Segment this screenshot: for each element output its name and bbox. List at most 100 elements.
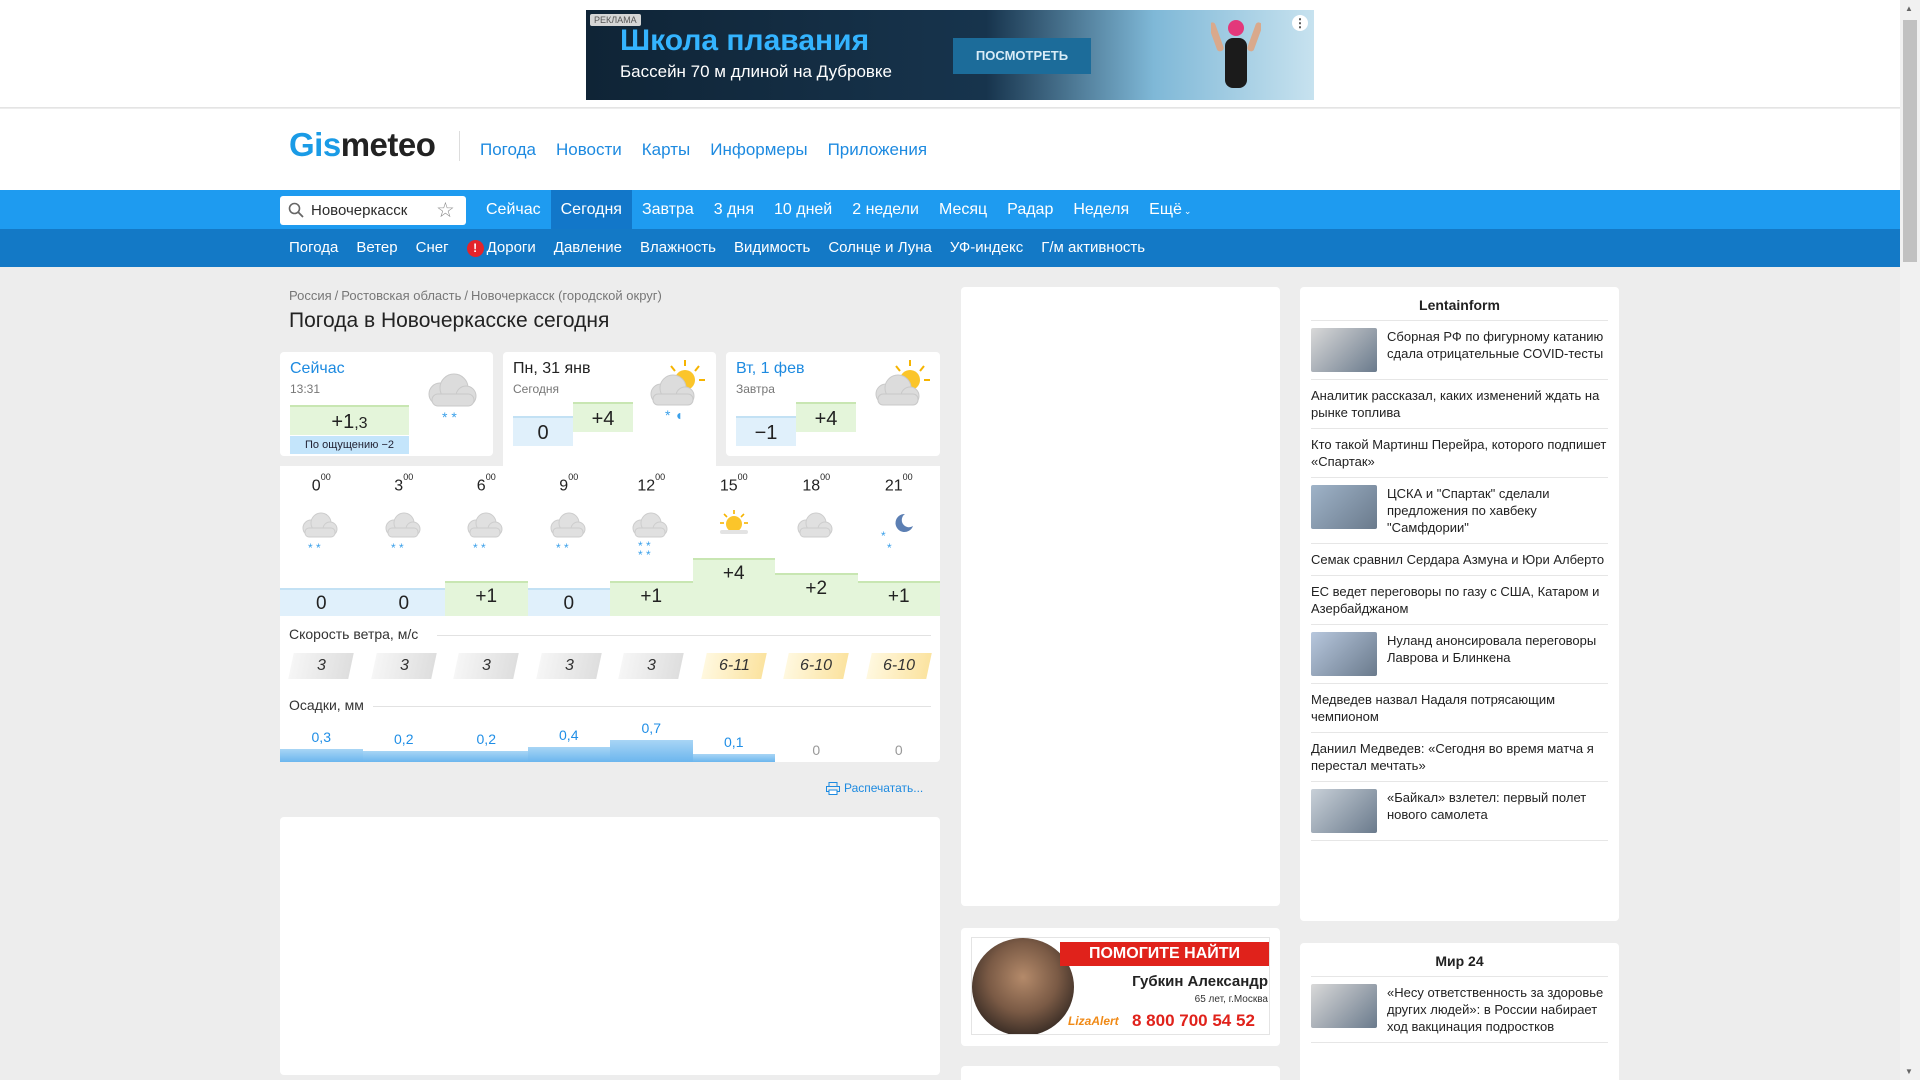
topnav-weather[interactable]: Погода bbox=[480, 140, 536, 160]
cloud-snow-icon: * * bbox=[385, 512, 420, 555]
topnav-apps[interactable]: Приложения bbox=[828, 140, 927, 160]
tomorrow-title: Вт, 1 фев bbox=[736, 360, 805, 377]
precipitation-value: 0,3 bbox=[311, 729, 331, 746]
news-headline[interactable]: ЦСКА и "Спартак" сделали предложения по … bbox=[1387, 485, 1608, 536]
tab-weather[interactable]: Погода bbox=[280, 229, 347, 267]
news-item[interactable]: Даниил Медведев: «Сегодня во время матча… bbox=[1311, 733, 1608, 782]
news-item[interactable]: Медведев назвал Надаля потрясающим чемпи… bbox=[1311, 684, 1608, 733]
hour-label: 1200 bbox=[637, 472, 666, 495]
precipitation-value: 0,2 bbox=[394, 731, 414, 748]
divider bbox=[437, 635, 931, 636]
ad-menu-icon[interactable]: ⋮ bbox=[1292, 15, 1308, 31]
tab-2-weeks[interactable]: 2 недели bbox=[842, 190, 929, 229]
news-headline[interactable]: Медведев назвал Надаля потрясающим чемпи… bbox=[1311, 691, 1608, 725]
temperature-bar: 0 bbox=[527, 588, 610, 616]
tab-geomagnetic[interactable]: Г/м активность bbox=[1032, 229, 1154, 267]
favorite-star-icon[interactable]: ☆ bbox=[436, 198, 455, 223]
wind-speed: 6-10 bbox=[783, 653, 849, 679]
search-city[interactable]: Новочеркасск bbox=[311, 202, 407, 219]
news-headline[interactable]: ЕС ведет переговоры по газу с США, Катар… bbox=[1311, 583, 1608, 617]
news-item[interactable]: «Несу ответственность за здоровье других… bbox=[1311, 977, 1608, 1043]
missing-person-banner[interactable]: ПОМОГИТЕ НАЙТИ ЧЕЛОВЕКА Губкин Александр… bbox=[961, 928, 1280, 1046]
temperature-bar: +2 bbox=[775, 573, 858, 616]
parameter-tabs: Погода Ветер Снег ! Дороги Давление Влажн… bbox=[280, 229, 1154, 267]
wind-speed: 3 bbox=[370, 653, 437, 679]
ad-banner[interactable]: РЕКЛАМА Школа плавания Бассейн 70 м длин… bbox=[586, 10, 1314, 100]
wind-speed: 3 bbox=[288, 653, 354, 679]
tab-sun-moon[interactable]: Солнце и Луна bbox=[819, 229, 941, 267]
svg-text:* *: * * bbox=[556, 541, 569, 555]
logo-divider bbox=[459, 131, 460, 161]
breadcrumb: Россия / Ростовская область / Новочеркасск (… bbox=[289, 288, 662, 303]
news-headline[interactable]: «Байкал» взлетел: первый полет нового са… bbox=[1387, 789, 1608, 833]
missing-person-heading: ПОМОГИТЕ НАЙТИ ЧЕЛОВЕКА bbox=[1060, 942, 1269, 986]
precipitation-value: 0,7 bbox=[641, 720, 661, 736]
today-subtitle: Сегодня bbox=[513, 382, 559, 396]
now-temperature: +1,3 bbox=[290, 405, 409, 435]
news-item[interactable]: ЦСКА и "Спартак" сделали предложения по … bbox=[1311, 478, 1608, 544]
tab-visibility[interactable]: Видимость bbox=[725, 229, 819, 267]
news-headline[interactable]: Нуланд анонсировала переговоры Лаврова и… bbox=[1387, 632, 1608, 676]
divider bbox=[373, 706, 931, 707]
tab-radar[interactable]: Радар bbox=[997, 190, 1063, 229]
news-headline[interactable]: Кто такой Мартинш Перейра, которого подп… bbox=[1311, 436, 1608, 470]
search-icon bbox=[288, 202, 304, 218]
news-item[interactable]: Аналитик рассказал, каких изменений ждат… bbox=[1311, 380, 1608, 429]
tab-10-days[interactable]: 10 дней bbox=[764, 190, 842, 229]
tab-pressure[interactable]: Давление bbox=[545, 229, 631, 267]
tab-3-days[interactable]: 3 дня bbox=[704, 190, 764, 229]
tomorrow-card[interactable]: Вт, 1 фев Завтра −1 +4 bbox=[726, 352, 940, 456]
today-card[interactable]: Пн, 31 янв Сегодня 0 +4 * ◖ bbox=[503, 352, 716, 466]
hour-label: 300 bbox=[394, 472, 414, 495]
svg-text:* *: * * bbox=[473, 541, 486, 555]
breadcrumb-region[interactable]: Ростовская область bbox=[341, 288, 461, 303]
tab-roads[interactable]: ! Дороги bbox=[458, 229, 545, 267]
tab-month[interactable]: Месяц bbox=[929, 190, 997, 229]
tab-humidity[interactable]: Влажность bbox=[631, 229, 725, 267]
tab-today[interactable]: Сегодня bbox=[550, 190, 632, 229]
page-scrollbar[interactable]: ▲ ▼ bbox=[1900, 0, 1920, 1080]
topnav-maps[interactable]: Карты bbox=[642, 140, 690, 160]
breadcrumb-district[interactable]: Новочеркасск (городской округ) bbox=[471, 288, 662, 303]
ad-title: Школа плавания bbox=[620, 24, 870, 57]
now-time: 13:31 bbox=[290, 382, 321, 396]
city-search[interactable]: Новочеркасск ☆ bbox=[280, 196, 466, 225]
tab-more[interactable]: Ещё ⌄ bbox=[1139, 190, 1201, 229]
topnav-informers[interactable]: Информеры bbox=[710, 140, 807, 160]
tab-wind[interactable]: Ветер bbox=[347, 229, 406, 267]
news-item[interactable]: Сборная РФ по фигурному катанию сдала от… bbox=[1311, 321, 1608, 380]
tab-snow[interactable]: Снег bbox=[407, 229, 458, 267]
swimmer-image bbox=[1211, 20, 1261, 88]
news-item[interactable]: Семак сравнил Сердара Азмуна и Юри Албер… bbox=[1311, 544, 1608, 576]
scrollbar-thumb[interactable] bbox=[1903, 20, 1917, 262]
news-headline[interactable]: Аналитик рассказал, каких изменений ждат… bbox=[1311, 387, 1608, 421]
tab-now[interactable]: Сейчас bbox=[476, 190, 551, 229]
tab-tomorrow[interactable]: Завтра bbox=[632, 190, 704, 229]
ad-button[interactable]: ПОСМОТРЕТЬ bbox=[953, 38, 1091, 74]
hour-label: 900 bbox=[559, 472, 579, 495]
news-item[interactable]: Кто такой Мартинш Перейра, которого подп… bbox=[1311, 429, 1608, 478]
tab-uv-index[interactable]: УФ-индекс bbox=[941, 229, 1032, 267]
tab-week[interactable]: Неделя bbox=[1063, 190, 1139, 229]
scroll-up-icon[interactable]: ▲ bbox=[1905, 4, 1913, 13]
news-item[interactable]: «Байкал» взлетел: первый полет нового са… bbox=[1311, 782, 1608, 841]
gismeteo-logo[interactable]: Gismeteo bbox=[289, 126, 436, 164]
news-item[interactable]: ЕС ведет переговоры по газу с США, Катар… bbox=[1311, 576, 1608, 625]
hour-label: 000 bbox=[311, 472, 331, 495]
topnav-news[interactable]: Новости bbox=[556, 140, 622, 160]
print-link[interactable]: Распечатать... bbox=[826, 781, 923, 795]
news-headline[interactable]: «Несу ответственность за здоровье других… bbox=[1387, 984, 1608, 1035]
hotline-phone: 8 800 700 54 52 bbox=[1132, 1011, 1255, 1030]
news-headline[interactable]: Даниил Медведев: «Сегодня во время матча… bbox=[1311, 740, 1608, 774]
news-headline[interactable]: Сборная РФ по фигурному катанию сдала от… bbox=[1387, 328, 1608, 372]
scroll-down-icon[interactable]: ▼ bbox=[1905, 1067, 1913, 1076]
precipitation-bar bbox=[610, 740, 693, 762]
news-headline[interactable]: Семак сравнил Сердара Азмуна и Юри Албер… bbox=[1311, 551, 1608, 568]
period-tabs: Сейчас Сегодня Завтра 3 дня 10 дней 2 не… bbox=[476, 190, 1201, 229]
svg-text:* *: * * bbox=[442, 409, 457, 425]
forecast-menu: Новочеркасск ☆ Сейчас Сегодня Завтра 3 д… bbox=[0, 190, 1900, 229]
breadcrumb-country[interactable]: Россия bbox=[289, 288, 332, 303]
now-card[interactable]: Сейчас 13:31 +1,3 По ощущению −2 * * bbox=[280, 352, 493, 456]
news-item[interactable]: Нуланд анонсировала переговоры Лаврова и… bbox=[1311, 625, 1608, 684]
now-title: Сейчас bbox=[290, 360, 345, 377]
